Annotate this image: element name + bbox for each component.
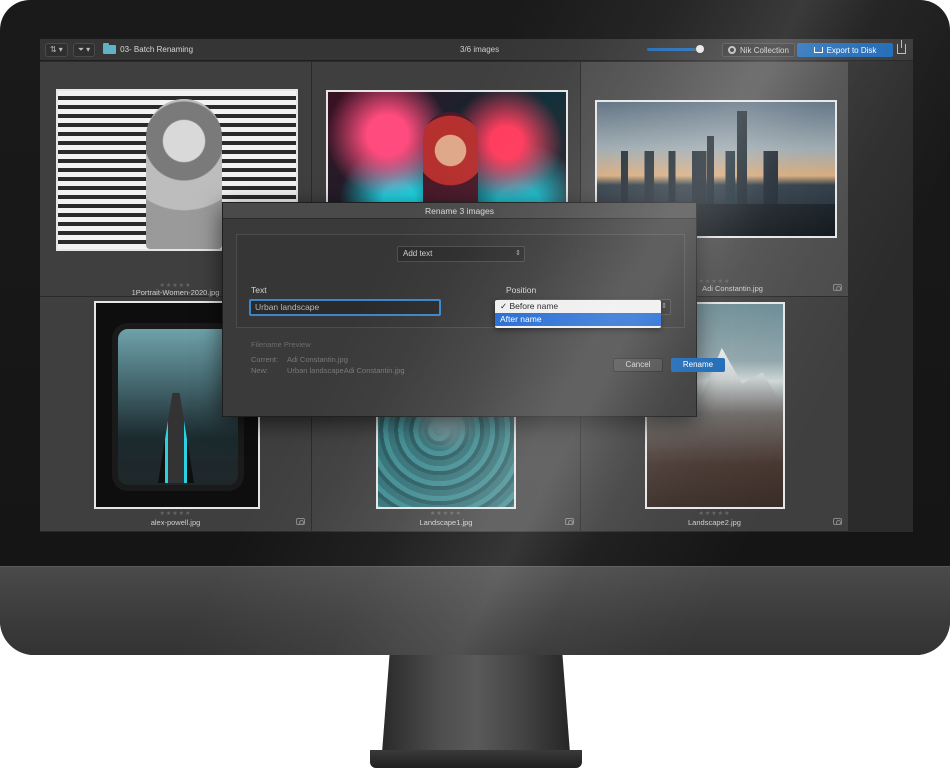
monitor-stand-base — [370, 750, 582, 768]
camera-icon — [565, 518, 574, 525]
dialog-title: Rename 3 images — [223, 203, 696, 219]
rename-dialog: Rename 3 images Add text ⇕ Text Position… — [222, 202, 725, 417]
rating-stars[interactable]: ★★★★★ — [312, 510, 580, 517]
rating-stars[interactable]: ★★★★★ — [581, 510, 848, 517]
preview-new-label: New: — [251, 366, 269, 375]
monitor-stand — [382, 655, 570, 753]
rename-text-input[interactable]: Urban landscape — [249, 299, 441, 316]
chevron-updown-icon: ⇕ — [515, 250, 521, 257]
filter-icon: ⏷ — [77, 44, 85, 54]
position-label: Position — [506, 285, 537, 295]
menu-item-before-name[interactable]: ✓ Before name — [495, 300, 661, 313]
filename-label: alex-powell.jpg — [150, 518, 201, 527]
filename-label: Landscape2.jpg — [688, 518, 741, 527]
text-label: Text — [251, 285, 267, 295]
camera-icon — [833, 518, 842, 525]
filename-label: Landscape1.jpg — [419, 518, 473, 527]
cancel-button[interactable]: Cancel — [613, 358, 663, 372]
nik-label: Nik Collection — [740, 45, 789, 55]
nik-icon — [728, 46, 736, 54]
preview-current-label: Current: — [251, 355, 279, 364]
preview-heading: Filename Preview — [251, 340, 311, 349]
menu-item-after-name[interactable]: After name — [495, 313, 661, 326]
thumbnail-size-slider[interactable] — [647, 45, 704, 53]
camera-icon — [833, 284, 842, 291]
export-label: Export to Disk — [826, 45, 877, 55]
export-icon — [813, 47, 823, 53]
export-to-disk-button[interactable]: Export to Disk — [797, 43, 893, 57]
camera-icon — [296, 518, 305, 525]
preview-current-value: Adi Constantin.jpg — [287, 355, 348, 364]
sort-button[interactable]: ⇅ ▾ — [45, 42, 68, 57]
rename-button[interactable]: Rename — [671, 358, 725, 372]
folder-name: 03- Batch Renaming — [120, 45, 194, 54]
monitor-chin — [0, 566, 950, 655]
rating-stars[interactable]: ★★★★★ — [40, 510, 311, 517]
chevron-updown-icon: ⇕ — [661, 303, 667, 310]
image-counter: 3/6 images — [460, 45, 500, 54]
operation-select[interactable]: Add text ⇕ — [397, 246, 525, 262]
app-screen: ⇅ ▾ ⏷ ▾ 03- Batch Renaming 3/6 images Nik … — [40, 39, 913, 532]
imac-monitor: ⇅ ▾ ⏷ ▾ 03- Batch Renaming 3/6 images Nik … — [0, 0, 950, 655]
preview-new: New: Urban landscapeAdi Constantin.jpg — [251, 366, 405, 375]
breadcrumb[interactable]: 03- Batch Renaming — [103, 43, 194, 54]
sort-icon: ⇅ — [50, 45, 57, 54]
nik-collection-button[interactable]: Nik Collection — [722, 43, 795, 57]
share-icon[interactable] — [897, 40, 906, 54]
preview-current: Current: Adi Constantin.jpg — [251, 355, 348, 364]
filter-button[interactable]: ⏷ ▾ — [72, 42, 96, 57]
position-dropdown-menu: ✓ Before name After name — [495, 300, 661, 328]
operation-value: Add text — [403, 249, 433, 258]
slider-knob[interactable] — [696, 45, 704, 53]
folder-icon — [103, 43, 117, 54]
preview-new-value: Urban landscapeAdi Constantin.jpg — [287, 366, 405, 375]
